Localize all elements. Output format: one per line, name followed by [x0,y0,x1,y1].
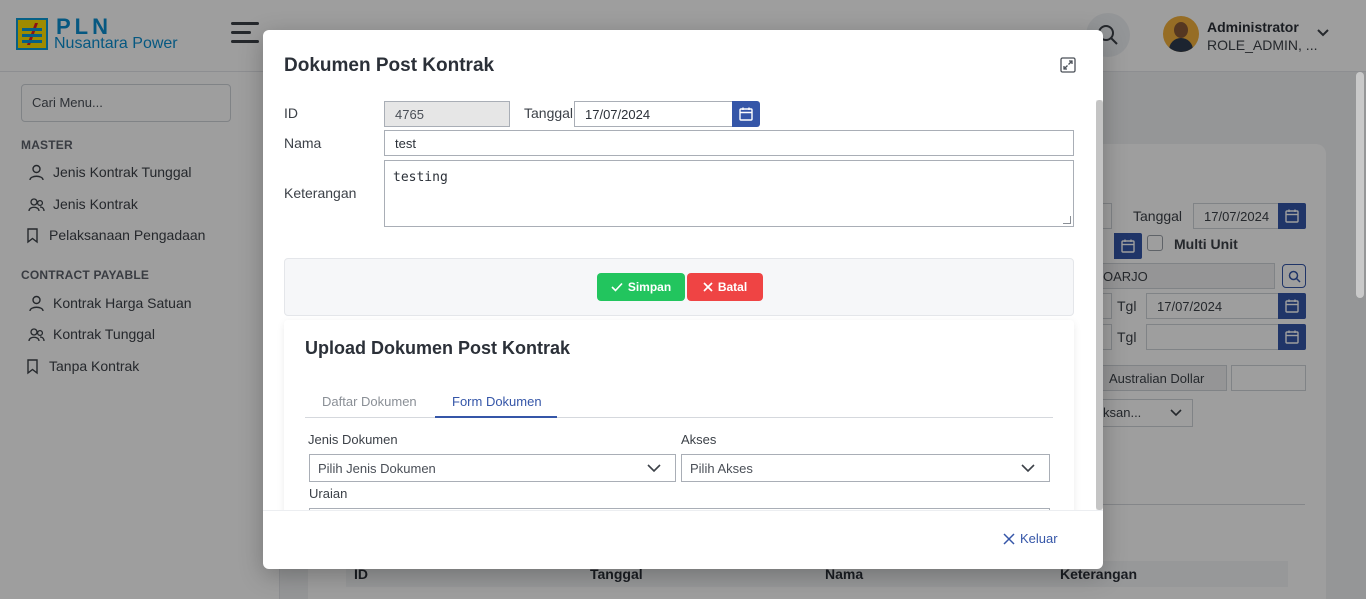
close-icon [1003,532,1015,545]
chevron-down-icon [1021,464,1035,473]
save-button[interactable]: Simpan [597,273,685,301]
tab-daftar-dokumen[interactable]: Daftar Dokumen [322,394,417,409]
tanggal-calendar-button[interactable] [732,101,760,127]
jenis-dokumen-label: Jenis Dokumen [308,432,398,447]
cancel-button-label: Batal [717,280,748,294]
cancel-button[interactable]: Batal [687,273,763,301]
modal-scrollbar-thumb[interactable] [1096,100,1103,510]
nama-input[interactable]: test [384,130,1074,156]
akses-select[interactable]: Pilih Akses [681,454,1050,482]
keterangan-label: Keterangan [284,185,357,201]
check-icon [611,282,623,292]
tanggal-label: Tanggal [524,105,574,121]
dokumen-post-kontrak-modal: Dokumen Post Kontrak ID 4765 Tanggal 17/… [263,30,1103,569]
page-scrollbar[interactable] [1356,72,1364,298]
akses-label: Akses [681,432,717,447]
form-action-bar: Simpan Batal [284,258,1074,316]
exit-button-label: Keluar [1020,531,1058,546]
keterangan-textarea[interactable]: testing [384,160,1074,227]
id-input: 4765 [384,101,510,127]
chevron-down-icon [647,464,661,473]
uraian-label: Uraian [309,486,348,501]
calendar-icon [739,107,753,121]
save-button-label: Simpan [627,280,672,294]
tab-form-dokumen[interactable]: Form Dokumen [452,394,542,409]
expand-icon[interactable] [1060,57,1076,73]
exit-button[interactable]: Keluar [1003,531,1058,546]
upload-dokumen-card: Upload Dokumen Post Kontrak Daftar Dokum… [284,320,1074,510]
jenis-dokumen-placeholder: Pilih Jenis Dokumen [318,461,436,476]
active-tab-indicator [435,416,557,418]
modal-title: Dokumen Post Kontrak [284,55,495,76]
modal-body: ID 4765 Tanggal 17/07/2024 Nama test Ket… [263,100,1103,510]
id-label: ID [284,105,298,121]
close-icon [703,282,713,292]
keterangan-value: testing [393,170,448,185]
tanggal-input[interactable]: 17/07/2024 [574,101,733,127]
nama-label: Nama [284,135,322,151]
modal-footer: Keluar [263,510,1103,569]
upload-tabs: Daftar Dokumen Form Dokumen [305,380,1053,418]
resize-handle-icon[interactable] [1063,216,1071,224]
jenis-dokumen-select[interactable]: Pilih Jenis Dokumen [309,454,676,482]
modal-scrollbar[interactable] [1096,100,1103,510]
akses-placeholder: Pilih Akses [690,461,753,476]
upload-card-title: Upload Dokumen Post Kontrak [305,338,571,358]
